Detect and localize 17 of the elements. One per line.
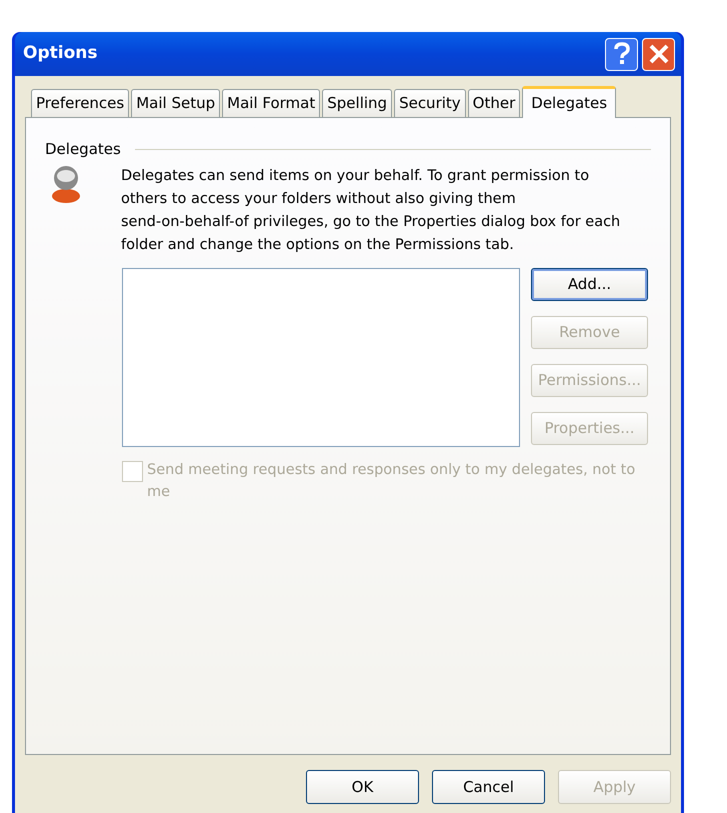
tab[interactable]: Mail Setup <box>131 89 220 117</box>
tab[interactable]: Mail Format <box>222 89 320 117</box>
tab[interactable]: Security <box>394 89 466 117</box>
checkbox-label: Send meeting requests and responses only to my delegates, not to me <box>147 460 636 502</box>
dialog-button[interactable]: OK <box>306 770 419 804</box>
tab[interactable]: Preferences <box>31 89 130 117</box>
description-text: Delegates can send items on your behalf. To grant permission to others to access your folders without also giving them send-on-behalf-of privileges, go to the Properties dialog box for each folder and change the options on the Permissions tab. <box>121 166 620 254</box>
close-icon[interactable] <box>642 38 675 70</box>
dialog-button[interactable]: Cancel <box>432 770 545 804</box>
tab[interactable]: Delegates <box>522 86 616 118</box>
tab[interactable]: Other <box>468 89 520 117</box>
section-title: Delegates <box>45 139 121 160</box>
help-icon[interactable] <box>605 38 638 70</box>
person-icon <box>51 164 81 202</box>
window-title: Options <box>22 42 98 66</box>
dialog-button[interactable]: Add... <box>531 268 648 300</box>
tab[interactable]: Spelling <box>322 89 392 117</box>
